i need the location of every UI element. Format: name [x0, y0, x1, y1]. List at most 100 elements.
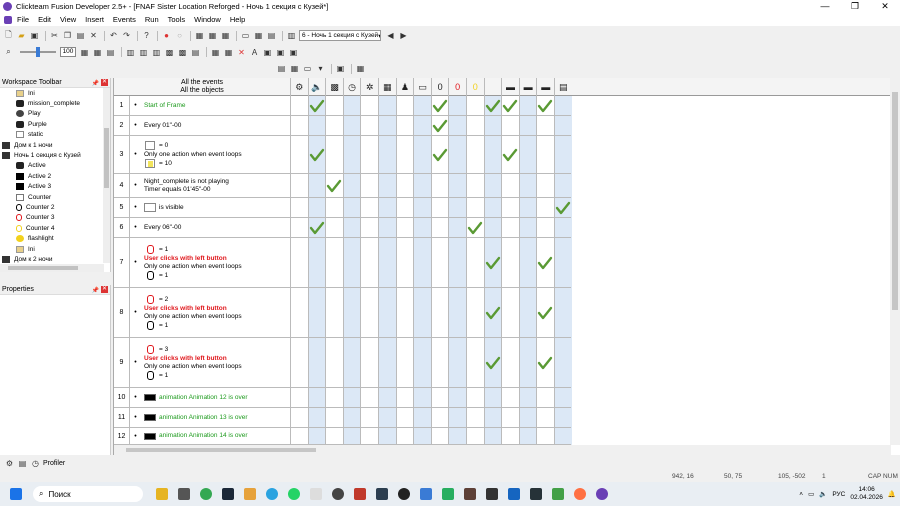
menu-run[interactable]: Run	[145, 15, 159, 24]
condition-line[interactable]: Start of Frame	[144, 102, 290, 110]
condition-line[interactable]: User clicks with left button	[144, 255, 290, 263]
checker-icon[interactable]: ▩	[177, 47, 188, 58]
condition-line[interactable]: = 1	[144, 371, 290, 381]
menu-edit[interactable]: Edit	[38, 15, 51, 24]
notes-icon[interactable]	[310, 488, 322, 500]
event-row[interactable]: 9 • = 3 User clicks with left button Only on…	[114, 338, 571, 388]
event-row[interactable]: 5 • is visible	[114, 198, 571, 218]
condition-line[interactable]: Timer equals 01'45"-00	[144, 186, 290, 194]
menu-view[interactable]: View	[60, 15, 76, 24]
steam-icon[interactable]	[222, 488, 234, 500]
event-conditions[interactable]: Start of Frame	[144, 96, 290, 115]
condition-line[interactable]: = 1	[144, 271, 290, 281]
tree-item[interactable]: Counter 4	[0, 223, 110, 233]
condition-line[interactable]: = 3	[144, 345, 290, 355]
event-number[interactable]: 8	[114, 288, 130, 337]
zoom-slider[interactable]	[20, 47, 56, 57]
pin-icon[interactable]: 📌	[92, 286, 99, 296]
condition-line[interactable]: Only one action when event loops	[144, 263, 290, 271]
app-icon[interactable]	[552, 488, 564, 500]
checkmark-icon[interactable]	[537, 356, 553, 370]
app-icon[interactable]	[420, 488, 432, 500]
list-icon[interactable]: ▤	[266, 30, 277, 41]
tree-item[interactable]: Active	[0, 161, 110, 171]
prev-frame-icon[interactable]: ◀	[385, 30, 396, 41]
redo-icon[interactable]: ↷	[121, 30, 132, 41]
save-icon[interactable]: ▣	[29, 30, 40, 41]
grid-icon[interactable]: ▦	[253, 30, 264, 41]
zoom-slider-knob[interactable]	[36, 47, 40, 57]
condition-line[interactable]: Only one action when event loops	[144, 313, 290, 321]
event-conditions[interactable]: = 0 Only one action when event loops = 10	[144, 136, 290, 173]
app-icon[interactable]	[442, 488, 454, 500]
window-icon[interactable]: ▭	[240, 30, 251, 41]
event-conditions[interactable]: Every 06"-00	[144, 218, 290, 237]
event-conditions[interactable]: is visible	[144, 198, 290, 217]
event-number[interactable]: 4	[114, 174, 130, 197]
github-icon[interactable]	[398, 488, 410, 500]
condition-line[interactable]: User clicks with left button	[144, 355, 290, 363]
terminal-icon[interactable]	[530, 488, 542, 500]
order-icon[interactable]: ▦	[223, 47, 234, 58]
record-icon[interactable]: ○	[174, 30, 185, 41]
tree-item[interactable]: Active 2	[0, 171, 110, 181]
event-conditions[interactable]: animation Animation 13 is over	[144, 408, 290, 427]
event-group-icon[interactable]: ▦	[355, 63, 366, 74]
event-row[interactable]: 10 • animation Animation 12 is over	[114, 388, 571, 408]
checker-icon[interactable]: ▩	[325, 78, 343, 96]
align-center-icon[interactable]: ▥	[138, 47, 149, 58]
list-tab-icon[interactable]: ▤	[17, 458, 28, 469]
stop-icon[interactable]: ●	[161, 30, 172, 41]
event-window-icon[interactable]: ▭	[302, 63, 313, 74]
event-row[interactable]: 11 • animation Animation 13 is over	[114, 408, 571, 428]
task-view-icon[interactable]	[178, 488, 190, 500]
event-conditions[interactable]: = 3 User clicks with left button Only one …	[144, 338, 290, 387]
condition-line[interactable]: animation Animation 14 is over	[144, 432, 290, 441]
menu-tools[interactable]: Tools	[168, 15, 186, 24]
condition-line[interactable]: Every 06"-00	[144, 224, 290, 232]
event-conditions[interactable]: Every 01"-00	[144, 116, 290, 135]
player-icon[interactable]: ♟	[395, 78, 414, 96]
tree-item[interactable]: Counter 2	[0, 202, 110, 212]
checkmark-icon[interactable]	[309, 148, 325, 162]
checkmark-icon[interactable]	[537, 99, 553, 113]
event-number[interactable]: 9	[114, 338, 130, 387]
checkmark-icon[interactable]	[502, 148, 518, 162]
network-icon[interactable]: ▭	[808, 490, 814, 498]
object-icon[interactable]: ▣	[288, 47, 299, 58]
maximize-button[interactable]: ❐	[840, 0, 870, 13]
app-icon[interactable]	[486, 488, 498, 500]
list-icon[interactable]: ▤	[190, 47, 201, 58]
tree-item[interactable]: Дом к 1 ночи	[0, 140, 110, 150]
event-number[interactable]: 1	[114, 96, 130, 115]
next-frame-icon[interactable]: ▶	[398, 30, 409, 41]
clock[interactable]: 14:06 02.04.2026	[850, 486, 883, 502]
checkmark-icon[interactable]	[467, 221, 483, 235]
close-icon[interactable]: ✕	[101, 286, 108, 293]
gears-icon[interactable]: ⚙	[290, 78, 308, 96]
condition-line[interactable]: = 1	[144, 321, 290, 331]
widgets-icon[interactable]	[156, 488, 168, 500]
checkmark-icon[interactable]	[309, 99, 325, 113]
event-conditions[interactable]: = 2 User clicks with left button Only one …	[144, 288, 290, 337]
timer-icon[interactable]: ◷	[342, 78, 361, 96]
condition-line[interactable]: Every 01"-00	[144, 122, 290, 130]
checkmark-icon[interactable]	[555, 201, 571, 215]
event-number[interactable]: 12	[114, 428, 130, 444]
object-icon[interactable]: ▣	[275, 47, 286, 58]
minimize-button[interactable]: —	[810, 0, 840, 13]
volume-icon[interactable]: 🔈	[819, 490, 827, 498]
event-list-icon[interactable]: ▤	[276, 63, 287, 74]
chevron-up-icon[interactable]: ˄	[799, 491, 803, 498]
checker-icon[interactable]: ▩	[164, 47, 175, 58]
new-icon[interactable]: 🗋	[3, 30, 14, 41]
counter-yellow-icon[interactable]: 0	[466, 78, 484, 96]
static-icon[interactable]	[483, 78, 502, 96]
tree-item[interactable]: Purple	[0, 119, 110, 129]
tree-item[interactable]: static	[0, 130, 110, 140]
event-number[interactable]: 11	[114, 408, 130, 427]
condition-line[interactable]: = 10	[144, 159, 290, 169]
condition-line[interactable]: Night_complete is not playing	[144, 178, 290, 186]
checkmark-icon[interactable]	[432, 148, 448, 162]
event-row[interactable]: 7 • = 1 User clicks with left button Only on…	[114, 238, 571, 288]
